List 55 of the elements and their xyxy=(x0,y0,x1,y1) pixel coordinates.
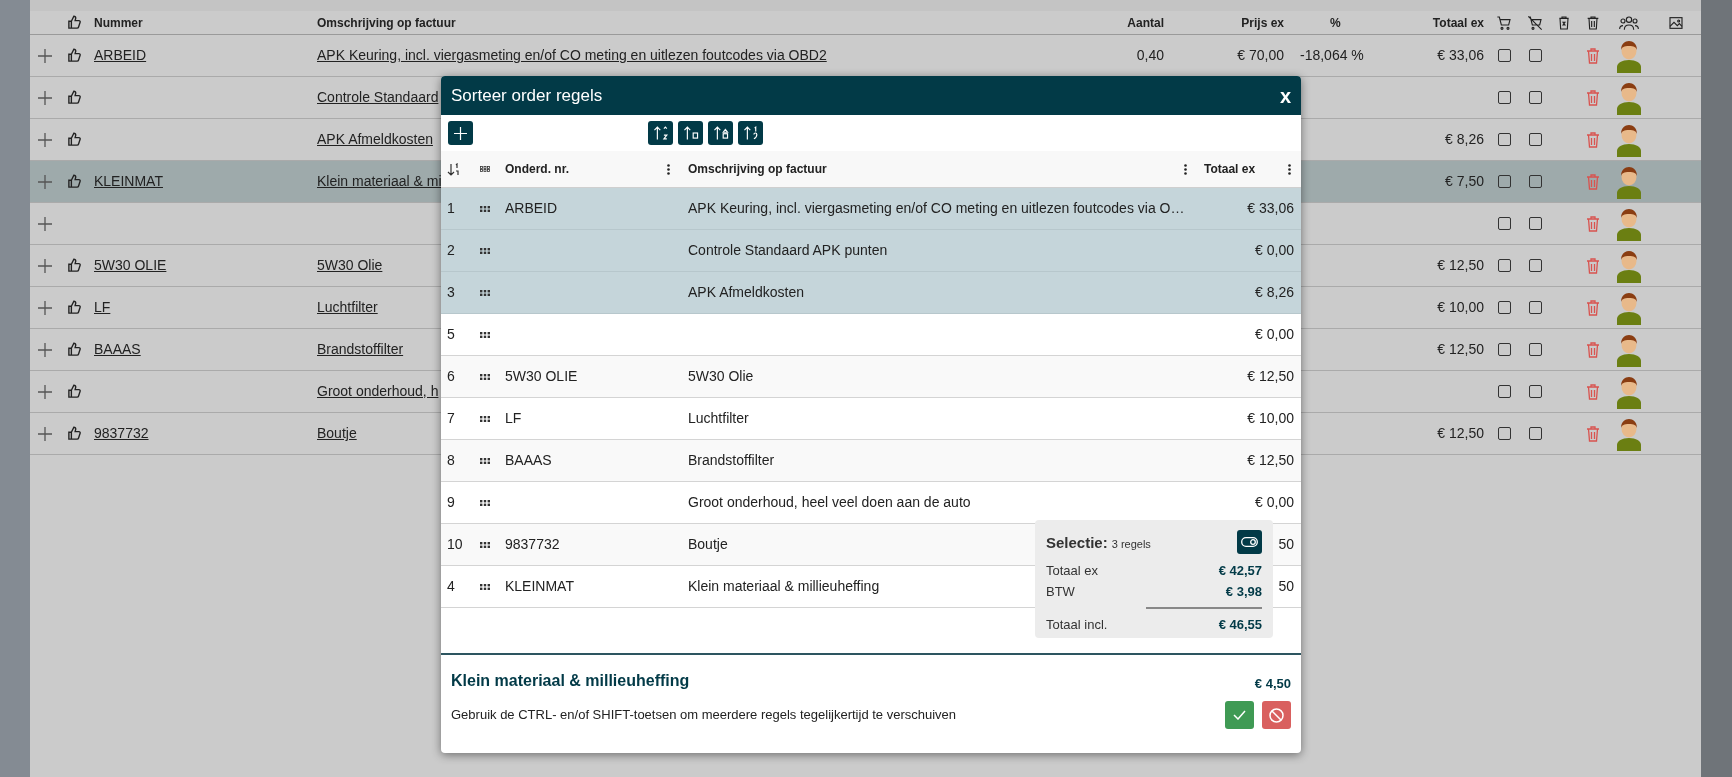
total-text: € 12,50 xyxy=(1247,452,1294,468)
price-text: € 70,00 xyxy=(1237,47,1284,63)
position-text: 7 xyxy=(446,409,456,428)
total-text: € 12,50 xyxy=(1437,257,1484,273)
position-text: 10 xyxy=(446,535,464,554)
total-text: € 33,06 xyxy=(1247,200,1294,216)
total-text: € 0,00 xyxy=(1255,326,1294,342)
footer-title: Klein materiaal & millieuheffing xyxy=(451,671,690,691)
total-text: € 8,26 xyxy=(1255,284,1294,300)
summary-label: Totaal incl. xyxy=(1046,616,1108,634)
footer-amount: € 4,50 xyxy=(1254,674,1291,693)
selection-count: 3 regels xyxy=(1111,537,1151,552)
item-number-text: 9837732 xyxy=(505,536,560,552)
summary-label: BTW xyxy=(1046,582,1075,601)
position-text: 1 xyxy=(446,199,456,218)
total-text: € 8,26 xyxy=(1445,131,1484,147)
total-text: 50 xyxy=(1278,536,1294,552)
description-text: Controle Standaard APK punten xyxy=(688,242,888,258)
description-text: Klein materiaal & millieuheffing xyxy=(688,578,880,594)
position-text: 5 xyxy=(446,325,456,344)
total-text: € 10,00 xyxy=(1437,299,1484,315)
description-text: Boutje xyxy=(688,536,728,552)
total-text: € 0,00 xyxy=(1255,242,1294,258)
description-text: APK Afmeldkosten xyxy=(688,284,804,300)
hint-text: Gebruik de CTRL- en/of SHIFT-toetsen om meerdere regels tegelijkertijd te verschuiven xyxy=(451,706,957,725)
discount-text: -18,064 % xyxy=(1300,47,1364,63)
position-text: 4 xyxy=(446,577,456,596)
description-text: APK Keuring, incl. viergasmeting en/of CO meting en uitlezen foutcodes via O… xyxy=(688,200,1185,216)
position-text: 3 xyxy=(446,283,456,302)
item-number-text: KLEINMAT xyxy=(505,578,574,594)
description-text: 5W30 Olie xyxy=(688,368,754,384)
total-text: € 0,00 xyxy=(1255,494,1294,510)
item-number-text: 5W30 OLIE xyxy=(505,368,578,384)
position-text: 9 xyxy=(446,493,456,512)
position-text: 8 xyxy=(446,451,456,470)
position-text: 6 xyxy=(446,367,456,386)
description-text: Brandstoffilter xyxy=(688,452,775,468)
total-text: € 7,50 xyxy=(1445,173,1484,189)
total-text: € 12,50 xyxy=(1247,368,1294,384)
item-number-text: BAAAS xyxy=(505,452,552,468)
total-text: € 33,06 xyxy=(1437,47,1484,63)
total-text: € 12,50 xyxy=(1437,425,1484,441)
description-text: Groot onderhoud, heel veel doen aan de auto xyxy=(688,494,971,510)
total-text: € 10,00 xyxy=(1247,410,1294,426)
item-number-text: LF xyxy=(505,410,522,426)
total-text: € 12,50 xyxy=(1437,341,1484,357)
dialog-title: Sorteer order regels xyxy=(451,84,603,107)
description-text: Luchtfilter xyxy=(688,410,749,426)
selection-title: Selectie: xyxy=(1046,533,1108,553)
position-text: 2 xyxy=(446,241,456,260)
summary-value: € 46,55 xyxy=(1218,616,1262,634)
quantity-text: 0,40 xyxy=(1136,47,1164,63)
summary-value: € 3,98 xyxy=(1225,582,1262,601)
total-text: 50 xyxy=(1278,578,1294,594)
item-number-text: ARBEID xyxy=(505,200,558,216)
